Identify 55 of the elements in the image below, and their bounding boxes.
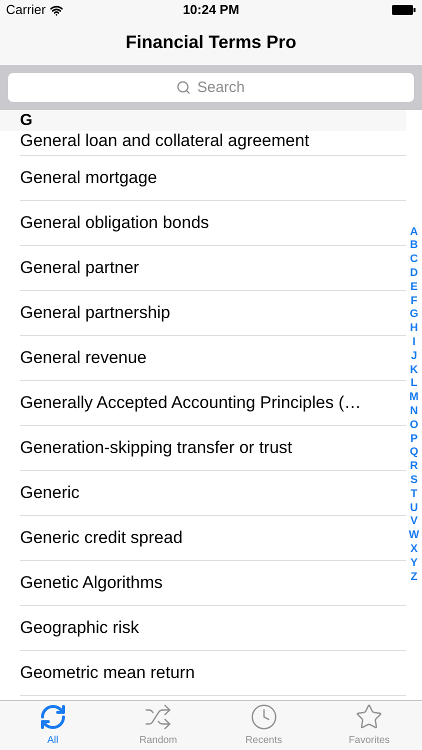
- refresh-icon: [38, 703, 67, 731]
- index-letter[interactable]: D: [410, 267, 418, 281]
- index-letter[interactable]: Y: [410, 556, 418, 571]
- term-row[interactable]: General obligation bonds: [20, 201, 406, 246]
- term-row[interactable]: Generation-skipping transfer or trust: [20, 426, 406, 471]
- status-time: 10:24 PM: [182, 1, 240, 20]
- index-letter[interactable]: P: [410, 432, 418, 446]
- index-letter[interactable]: R: [410, 460, 418, 474]
- index-letter[interactable]: B: [410, 239, 418, 254]
- index-letter[interactable]: X: [410, 542, 418, 557]
- term-row[interactable]: General mortgage: [20, 156, 406, 201]
- term-row[interactable]: General revenue: [20, 336, 406, 381]
- index-letter[interactable]: G: [410, 308, 418, 322]
- battery-icon: [392, 5, 416, 15]
- index-letter[interactable]: E: [410, 280, 418, 295]
- carrier-name: Carrier: [6, 1, 46, 20]
- index-letter[interactable]: K: [410, 364, 418, 378]
- index-letter[interactable]: Z: [410, 570, 418, 584]
- term-row[interactable]: Geographic risk: [20, 606, 406, 651]
- index-letter[interactable]: L: [410, 377, 418, 392]
- search-icon: [176, 80, 191, 95]
- tab-button[interactable]: All: [0, 701, 106, 750]
- index-letter[interactable]: W: [408, 529, 420, 543]
- index-letter[interactable]: S: [410, 474, 418, 488]
- index-letter[interactable]: Q: [410, 446, 418, 460]
- nav-title: Financial Terms Pro: [126, 31, 296, 54]
- term-row[interactable]: Genetic Algorithms: [20, 561, 406, 606]
- index-letter[interactable]: O: [410, 418, 418, 433]
- index-letter[interactable]: A: [410, 226, 418, 240]
- index-letter[interactable]: C: [410, 253, 418, 268]
- term-row[interactable]: Geometric mean return: [20, 651, 406, 696]
- section-header: G: [0, 110, 406, 131]
- index-letter[interactable]: N: [410, 405, 418, 419]
- index-letter[interactable]: V: [410, 515, 418, 530]
- tab-button[interactable]: Recents: [211, 701, 316, 750]
- index-letter[interactable]: U: [410, 502, 418, 516]
- term-row[interactable]: Generic: [20, 471, 406, 516]
- star-icon: [355, 703, 384, 731]
- term-row[interactable]: General partnership: [20, 291, 406, 336]
- wifi-icon: [50, 4, 63, 16]
- index-letter[interactable]: T: [410, 488, 418, 502]
- clock-icon: [250, 703, 278, 731]
- index-letter[interactable]: I: [412, 336, 416, 350]
- index-letter[interactable]: F: [410, 294, 418, 308]
- tab-button[interactable]: Random: [106, 701, 211, 750]
- term-row[interactable]: Generic credit spread: [20, 516, 406, 561]
- term-row[interactable]: Generally Accepted Accounting Principles (…: [20, 381, 406, 426]
- term-row[interactable]: General partner: [20, 246, 406, 291]
- term-row[interactable]: General loan and collateral agreement: [20, 131, 406, 156]
- index-letter[interactable]: M: [409, 391, 419, 405]
- tab-button[interactable]: Favorites: [316, 701, 422, 750]
- index-letter[interactable]: H: [410, 322, 418, 336]
- shuffle-icon: [144, 703, 172, 731]
- search-field[interactable]: Search: [8, 73, 414, 102]
- index-letter[interactable]: J: [410, 350, 418, 364]
